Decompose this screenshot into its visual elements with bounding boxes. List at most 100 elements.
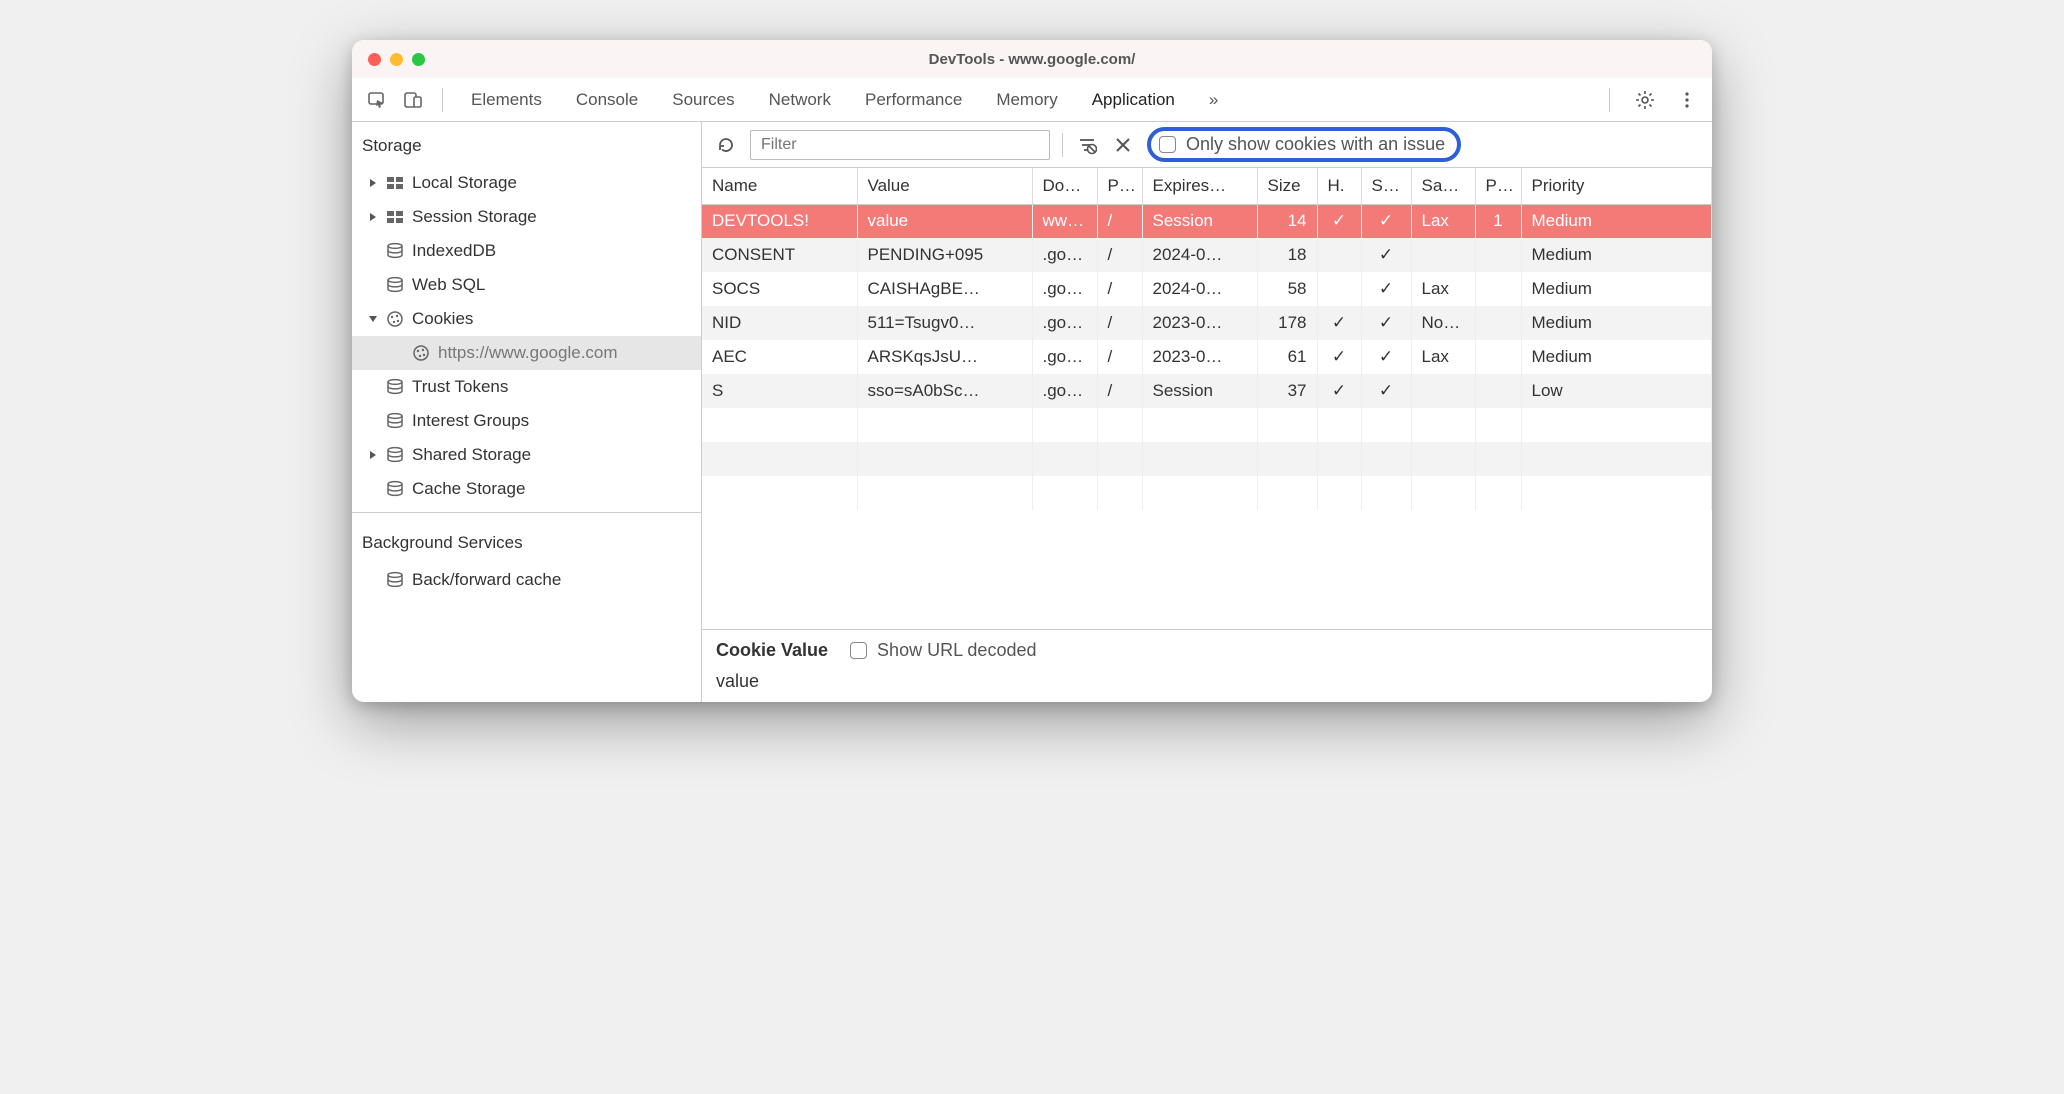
cookie-row[interactable]: CONSENTPENDING+095.go…/2024-0…18✓Medium [702, 238, 1712, 272]
device-toggle-icon[interactable] [398, 85, 428, 115]
tab-sources[interactable]: Sources [672, 86, 734, 114]
cell-http[interactable]: ✓ [1317, 374, 1361, 408]
cell-http[interactable]: ✓ [1317, 306, 1361, 340]
cell-value[interactable]: ARSKqsJsU… [857, 340, 1032, 374]
storage-item-9[interactable]: Cache Storage [352, 472, 701, 506]
column-header-6[interactable]: H. [1317, 168, 1361, 204]
settings-gear-icon[interactable] [1630, 85, 1660, 115]
cell-pkey[interactable] [1475, 272, 1521, 306]
cell-value[interactable]: value [857, 204, 1032, 238]
column-header-0[interactable]: Name [702, 168, 857, 204]
cell-secure[interactable]: ✓ [1361, 374, 1411, 408]
cell-expires[interactable]: Session [1142, 374, 1257, 408]
cell-domain[interactable]: .go… [1032, 238, 1097, 272]
cell-same[interactable] [1411, 374, 1475, 408]
zoom-window-button[interactable] [412, 53, 425, 66]
kebab-menu-icon[interactable] [1672, 85, 1702, 115]
url-decoded-checkbox[interactable] [850, 642, 867, 659]
cell-pkey[interactable] [1475, 374, 1521, 408]
cell-size[interactable]: 37 [1257, 374, 1317, 408]
cell-http[interactable] [1317, 272, 1361, 306]
cell-same[interactable]: Lax [1411, 340, 1475, 374]
tabs-overflow-icon[interactable]: » [1209, 86, 1218, 114]
cell-size[interactable]: 61 [1257, 340, 1317, 374]
cell-path[interactable]: / [1097, 340, 1142, 374]
cell-path[interactable]: / [1097, 306, 1142, 340]
only-show-issue-checkbox[interactable] [1159, 136, 1176, 153]
disclosure-triangle-icon[interactable] [368, 212, 378, 222]
cell-value[interactable]: sso=sA0bSc… [857, 374, 1032, 408]
cell-secure[interactable]: ✓ [1361, 238, 1411, 272]
column-header-4[interactable]: Expires… [1142, 168, 1257, 204]
inspect-icon[interactable] [362, 85, 392, 115]
tab-network[interactable]: Network [769, 86, 831, 114]
cell-priority[interactable]: Medium [1521, 340, 1712, 374]
cell-same[interactable] [1411, 238, 1475, 272]
column-header-2[interactable]: Do… [1032, 168, 1097, 204]
cookie-row[interactable]: SOCSCAISHAgBE….go…/2024-0…58✓LaxMedium [702, 272, 1712, 306]
storage-item-3[interactable]: Web SQL [352, 268, 701, 302]
column-header-10[interactable]: Priority [1521, 168, 1712, 204]
cell-pkey[interactable] [1475, 340, 1521, 374]
disclosure-triangle-icon[interactable] [368, 314, 378, 324]
cookie-row[interactable]: DEVTOOLS!valueww…/Session14✓✓Lax1Medium [702, 204, 1712, 238]
cell-expires[interactable]: 2023-0… [1142, 306, 1257, 340]
cell-priority[interactable]: Medium [1521, 238, 1712, 272]
cell-size[interactable]: 14 [1257, 204, 1317, 238]
cell-http[interactable] [1317, 238, 1361, 272]
cell-expires[interactable]: 2024-0… [1142, 272, 1257, 306]
cell-path[interactable]: / [1097, 272, 1142, 306]
cell-domain[interactable]: ww… [1032, 204, 1097, 238]
cell-domain[interactable]: .go… [1032, 272, 1097, 306]
cell-name[interactable]: SOCS [702, 272, 857, 306]
cell-domain[interactable]: .go… [1032, 340, 1097, 374]
cell-secure[interactable]: ✓ [1361, 340, 1411, 374]
cookie-row[interactable]: AECARSKqsJsU….go…/2023-0…61✓✓LaxMedium [702, 340, 1712, 374]
cell-name[interactable]: AEC [702, 340, 857, 374]
column-header-5[interactable]: Size [1257, 168, 1317, 204]
cell-same[interactable]: Lax [1411, 272, 1475, 306]
cell-same[interactable]: No… [1411, 306, 1475, 340]
cell-pkey[interactable] [1475, 306, 1521, 340]
cell-size[interactable]: 58 [1257, 272, 1317, 306]
disclosure-triangle-icon[interactable] [368, 178, 378, 188]
cell-size[interactable]: 178 [1257, 306, 1317, 340]
storage-item-2[interactable]: IndexedDB [352, 234, 701, 268]
column-header-8[interactable]: Sa… [1411, 168, 1475, 204]
cell-expires[interactable]: 2023-0… [1142, 340, 1257, 374]
tab-performance[interactable]: Performance [865, 86, 962, 114]
cell-value[interactable]: 511=Tsugv0… [857, 306, 1032, 340]
cell-name[interactable]: CONSENT [702, 238, 857, 272]
storage-item-7[interactable]: Interest Groups [352, 404, 701, 438]
cell-path[interactable]: / [1097, 374, 1142, 408]
cell-name[interactable]: NID [702, 306, 857, 340]
cell-path[interactable]: / [1097, 204, 1142, 238]
cell-pkey[interactable]: 1 [1475, 204, 1521, 238]
column-header-1[interactable]: Value [857, 168, 1032, 204]
cell-pkey[interactable] [1475, 238, 1521, 272]
storage-item-4[interactable]: Cookies [352, 302, 701, 336]
cell-value[interactable]: PENDING+095 [857, 238, 1032, 272]
cell-expires[interactable]: 2024-0… [1142, 238, 1257, 272]
cell-priority[interactable]: Low [1521, 374, 1712, 408]
cell-http[interactable]: ✓ [1317, 340, 1361, 374]
clear-all-icon[interactable] [1075, 133, 1099, 157]
clear-icon[interactable] [1111, 133, 1135, 157]
cell-priority[interactable]: Medium [1521, 204, 1712, 238]
filter-input[interactable] [750, 130, 1050, 160]
cell-expires[interactable]: Session [1142, 204, 1257, 238]
tab-application[interactable]: Application [1092, 86, 1175, 114]
storage-item-8[interactable]: Shared Storage [352, 438, 701, 472]
column-header-3[interactable]: P… [1097, 168, 1142, 204]
cell-secure[interactable]: ✓ [1361, 272, 1411, 306]
storage-item-5[interactable]: https://www.google.com [352, 336, 701, 370]
cell-http[interactable]: ✓ [1317, 204, 1361, 238]
column-header-9[interactable]: P… [1475, 168, 1521, 204]
tab-console[interactable]: Console [576, 86, 638, 114]
tab-elements[interactable]: Elements [471, 86, 542, 114]
cell-path[interactable]: / [1097, 238, 1142, 272]
cell-value[interactable]: CAISHAgBE… [857, 272, 1032, 306]
disclosure-triangle-icon[interactable] [368, 450, 378, 460]
storage-item-6[interactable]: Trust Tokens [352, 370, 701, 404]
cookie-row[interactable]: Ssso=sA0bSc….go…/Session37✓✓Low [702, 374, 1712, 408]
